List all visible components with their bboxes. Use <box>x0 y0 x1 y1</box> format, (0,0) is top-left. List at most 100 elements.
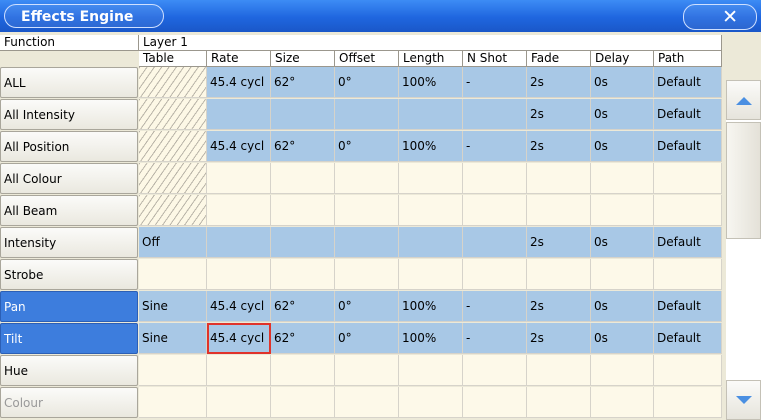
table-cell[interactable] <box>591 387 654 418</box>
table-cell[interactable]: 45.4 cycl <box>207 131 271 162</box>
function-button[interactable]: Strobe <box>0 259 138 290</box>
table-cell[interactable]: 2s <box>527 323 591 354</box>
table-cell[interactable] <box>271 99 335 130</box>
table-cell[interactable]: 2s <box>527 227 591 258</box>
close-button[interactable]: ✕ <box>683 4 757 30</box>
table-cell[interactable] <box>463 163 527 194</box>
table-cell[interactable] <box>463 227 527 258</box>
function-button[interactable]: ALL <box>0 67 138 98</box>
table-cell[interactable] <box>654 259 722 290</box>
table-cell[interactable] <box>399 355 463 386</box>
table-cell[interactable] <box>271 195 335 226</box>
table-cell[interactable] <box>654 355 722 386</box>
table-cell[interactable] <box>591 195 654 226</box>
scroll-up-button[interactable] <box>726 80 761 120</box>
function-button[interactable]: All Position <box>0 131 138 162</box>
table-cell[interactable]: 62° <box>271 291 335 322</box>
table-cell[interactable] <box>399 99 463 130</box>
table-cell[interactable] <box>335 99 399 130</box>
table-cell[interactable] <box>399 387 463 418</box>
table-cell[interactable]: 45.4 cycl <box>207 67 271 98</box>
close-icon[interactable]: ✕ <box>722 7 738 27</box>
table-cell[interactable] <box>463 355 527 386</box>
table-cell[interactable]: Default <box>654 67 722 98</box>
table-cell[interactable]: 45.4 cycl <box>207 323 271 354</box>
table-cell[interactable] <box>335 355 399 386</box>
function-button[interactable]: Tilt <box>0 323 138 354</box>
table-cell[interactable] <box>335 259 399 290</box>
table-cell[interactable] <box>399 195 463 226</box>
table-cell[interactable] <box>399 227 463 258</box>
table-cell[interactable] <box>139 131 207 162</box>
table-cell[interactable]: 62° <box>271 67 335 98</box>
table-cell[interactable]: 2s <box>527 99 591 130</box>
table-cell[interactable]: 100% <box>399 291 463 322</box>
scroll-down-button[interactable] <box>726 380 761 420</box>
table-cell[interactable] <box>463 99 527 130</box>
table-cell[interactable] <box>139 387 207 418</box>
table-cell[interactable]: - <box>463 323 527 354</box>
table-cell[interactable]: 0s <box>591 99 654 130</box>
function-button[interactable]: All Beam <box>0 195 138 226</box>
table-cell[interactable]: 0s <box>591 67 654 98</box>
table-cell[interactable] <box>139 163 207 194</box>
table-cell[interactable] <box>271 163 335 194</box>
table-cell[interactable] <box>207 259 271 290</box>
table-cell[interactable] <box>271 387 335 418</box>
table-cell[interactable]: Default <box>654 323 722 354</box>
table-cell[interactable]: 0° <box>335 67 399 98</box>
table-cell[interactable] <box>654 387 722 418</box>
table-cell[interactable] <box>591 355 654 386</box>
table-cell[interactable]: 0s <box>591 291 654 322</box>
table-cell[interactable] <box>527 355 591 386</box>
table-cell[interactable]: - <box>463 67 527 98</box>
table-cell[interactable] <box>207 227 271 258</box>
table-cell[interactable]: 100% <box>399 131 463 162</box>
table-cell[interactable] <box>207 355 271 386</box>
table-cell[interactable]: 0s <box>591 323 654 354</box>
table-cell[interactable] <box>139 355 207 386</box>
table-cell[interactable] <box>527 195 591 226</box>
table-cell[interactable] <box>207 387 271 418</box>
table-cell[interactable] <box>335 195 399 226</box>
table-cell[interactable] <box>139 99 207 130</box>
table-cell[interactable]: 0s <box>591 131 654 162</box>
table-cell[interactable] <box>335 163 399 194</box>
table-cell[interactable] <box>591 163 654 194</box>
table-cell[interactable] <box>207 99 271 130</box>
function-button[interactable]: All Colour <box>0 163 138 194</box>
table-cell[interactable]: - <box>463 131 527 162</box>
table-cell[interactable]: 2s <box>527 131 591 162</box>
function-button[interactable]: All Intensity <box>0 99 138 130</box>
table-cell[interactable] <box>335 227 399 258</box>
table-cell[interactable]: 0° <box>335 291 399 322</box>
table-cell[interactable] <box>463 387 527 418</box>
function-button[interactable]: Colour <box>0 387 138 418</box>
table-cell[interactable] <box>139 67 207 98</box>
table-cell[interactable]: Default <box>654 99 722 130</box>
table-cell[interactable] <box>335 387 399 418</box>
table-cell[interactable]: 0° <box>335 323 399 354</box>
table-cell[interactable]: Default <box>654 227 722 258</box>
table-cell[interactable] <box>207 195 271 226</box>
table-cell[interactable]: 2s <box>527 291 591 322</box>
table-cell[interactable]: Default <box>654 291 722 322</box>
table-cell[interactable] <box>139 259 207 290</box>
table-cell[interactable] <box>527 387 591 418</box>
function-button[interactable]: Intensity <box>0 227 138 258</box>
table-cell[interactable]: 0s <box>591 227 654 258</box>
table-cell[interactable]: 100% <box>399 323 463 354</box>
table-cell[interactable] <box>654 163 722 194</box>
table-cell[interactable]: 2s <box>527 67 591 98</box>
table-cell[interactable]: 62° <box>271 323 335 354</box>
table-cell[interactable] <box>654 195 722 226</box>
table-cell[interactable]: 45.4 cycl <box>207 291 271 322</box>
table-cell[interactable] <box>591 259 654 290</box>
table-cell[interactable] <box>271 259 335 290</box>
table-cell[interactable] <box>271 355 335 386</box>
function-button[interactable]: Hue <box>0 355 138 386</box>
table-cell[interactable] <box>527 163 591 194</box>
table-cell[interactable]: 0° <box>335 131 399 162</box>
table-cell[interactable] <box>399 259 463 290</box>
scroll-thumb[interactable] <box>726 122 761 239</box>
